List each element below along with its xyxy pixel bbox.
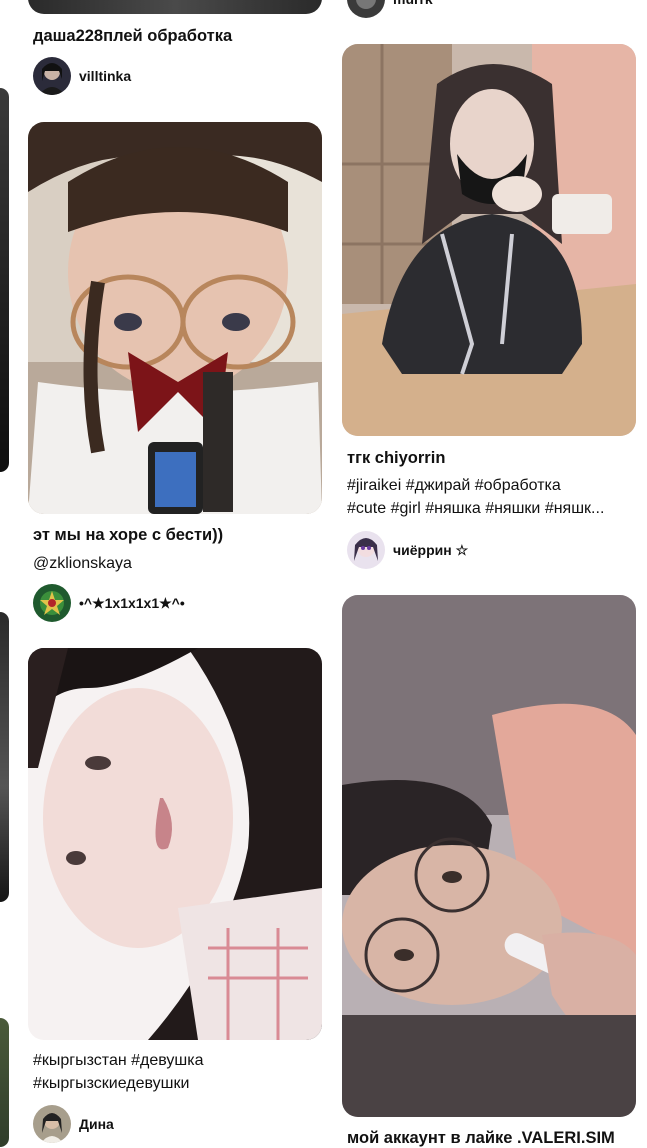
author-name: murrk <box>393 0 433 7</box>
pin-subtitle: @zklionskaya <box>33 555 132 572</box>
pin-title[interactable]: эт мы на хоре с бести)) <box>33 526 223 545</box>
pin-title[interactable]: тгк chiyorrin <box>347 449 445 468</box>
pin-author[interactable]: •^★1x1x1x1★^• <box>33 584 185 622</box>
pin-title[interactable]: даша228плей обработка <box>33 27 232 46</box>
author-name: villtinka <box>79 68 132 84</box>
pin-image-cropped[interactable] <box>0 612 9 902</box>
pin-image[interactable] <box>28 122 322 514</box>
author-name: чиёррин ☆ <box>393 541 469 558</box>
description-line: #cute #girl #няшка #няшки #няшк... <box>347 500 605 517</box>
pin-description: #jiraikei #джирай #обработка #cute #girl… <box>347 474 637 520</box>
avatar[interactable] <box>33 57 71 95</box>
author-name: •^★1x1x1x1★^• <box>79 594 185 611</box>
pin-author[interactable]: murrk <box>347 0 433 18</box>
description-line: #кыргызскиедевушки <box>33 1075 190 1092</box>
avatar[interactable] <box>347 531 385 569</box>
avatar[interactable] <box>33 584 71 622</box>
author-name: Дина <box>79 1116 114 1132</box>
pin-title[interactable]: мой аккаунт в лайке .VALERI.SIM <box>347 1129 615 1148</box>
pin-image-cropped[interactable] <box>0 88 9 472</box>
description-line: #кыргызстан #девушка <box>33 1052 204 1069</box>
pin-image[interactable] <box>28 648 322 1040</box>
pin-image-cropped[interactable] <box>0 1018 9 1147</box>
pin-image[interactable] <box>342 595 636 1117</box>
description-line: #jiraikei #джирай #обработка <box>347 477 561 494</box>
avatar[interactable] <box>347 0 385 18</box>
pin-author[interactable]: чиёррин ☆ <box>347 531 468 569</box>
pin-image[interactable] <box>342 44 636 436</box>
pin-author[interactable]: villtinka <box>33 57 131 95</box>
avatar[interactable] <box>33 1105 71 1143</box>
pin-image[interactable] <box>28 0 322 14</box>
pin-author[interactable]: Дина <box>33 1105 114 1143</box>
pin-description: #кыргызстан #девушка #кыргызскиедевушки <box>33 1049 203 1095</box>
